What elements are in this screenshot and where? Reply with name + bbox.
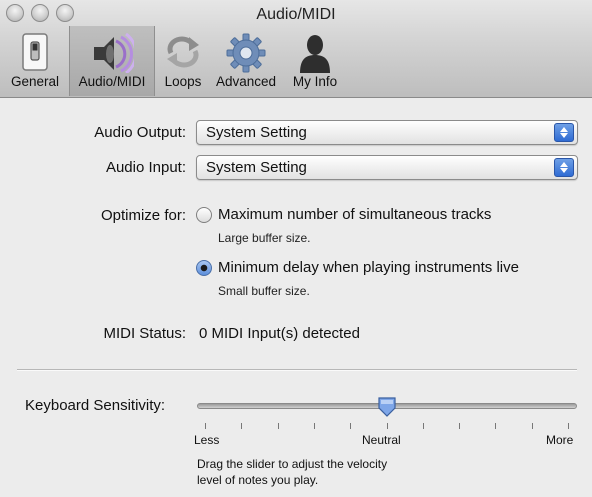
divider <box>17 369 577 371</box>
tab-my-info[interactable]: My Info <box>285 26 345 96</box>
loop-arrows-icon <box>167 36 199 68</box>
slider-tick <box>531 423 533 429</box>
tab-general[interactable]: General <box>4 26 66 96</box>
radio-max-tracks[interactable] <box>196 207 212 223</box>
slider-min-label: Less <box>194 433 220 447</box>
audio-output-popup[interactable]: System Setting <box>196 120 578 145</box>
slider-mid-label: Neutral <box>362 433 401 447</box>
midi-status-value: 0 MIDI Input(s) detected <box>199 325 360 342</box>
midi-status-label: MIDI Status: <box>103 325 186 342</box>
slider-tick <box>422 423 424 429</box>
popup-arrows-icon <box>554 123 574 142</box>
option-min-delay-title[interactable]: Minimum delay when playing instruments l… <box>218 259 519 276</box>
tab-audio-midi-label: Audio/MIDI <box>78 74 146 89</box>
switch-icon <box>22 33 48 71</box>
tab-advanced[interactable]: Advanced <box>210 26 282 96</box>
slider-tick <box>459 423 461 429</box>
tab-loops-label: Loops <box>164 74 202 89</box>
slider-tick <box>205 423 206 429</box>
radio-min-delay[interactable] <box>196 260 212 276</box>
option-max-tracks-subtitle: Large buffer size. <box>218 231 311 245</box>
audio-input-label: Audio Input: <box>105 159 186 176</box>
slider-hint-line2: level of notes you play. <box>197 473 319 487</box>
slider-tick <box>495 423 497 429</box>
option-max-tracks-title[interactable]: Maximum number of simultaneous tracks <box>218 206 491 223</box>
popup-arrows-icon <box>554 158 574 177</box>
gear-icon <box>226 33 266 73</box>
option-min-delay-subtitle: Small buffer size. <box>218 284 310 298</box>
slider-tick <box>313 423 315 429</box>
sensitivity-slider-thumb[interactable] <box>377 397 397 417</box>
window-toolbar: Audio/MIDI General Audio/MIDI Loops Adva… <box>0 0 592 98</box>
slider-hint-line1: Drag the slider to adjust the velocity <box>197 457 388 471</box>
audio-output-value: System Setting <box>206 124 307 141</box>
slider-tick <box>350 423 352 429</box>
optimize-label: Optimize for: <box>100 207 186 224</box>
slider-tick <box>386 423 388 429</box>
tab-audio-midi[interactable]: Audio/MIDI <box>69 26 155 96</box>
slider-tick <box>241 423 243 429</box>
slider-tick <box>277 423 279 429</box>
slider-tick <box>568 423 569 429</box>
audio-output-label: Audio Output: <box>94 124 186 141</box>
tab-my-info-label: My Info <box>292 74 338 89</box>
speaker-icon <box>94 33 134 73</box>
tab-general-label: General <box>10 74 60 89</box>
audio-input-popup[interactable]: System Setting <box>196 155 578 180</box>
slider-max-label: More <box>546 433 574 447</box>
tab-advanced-label: Advanced <box>215 74 277 89</box>
keyboard-sensitivity-label: Keyboard Sensitivity: <box>25 397 166 414</box>
person-icon <box>300 35 330 73</box>
window-title: Audio/MIDI <box>256 6 336 23</box>
audio-input-value: System Setting <box>206 159 307 176</box>
tab-loops[interactable]: Loops <box>158 26 208 96</box>
